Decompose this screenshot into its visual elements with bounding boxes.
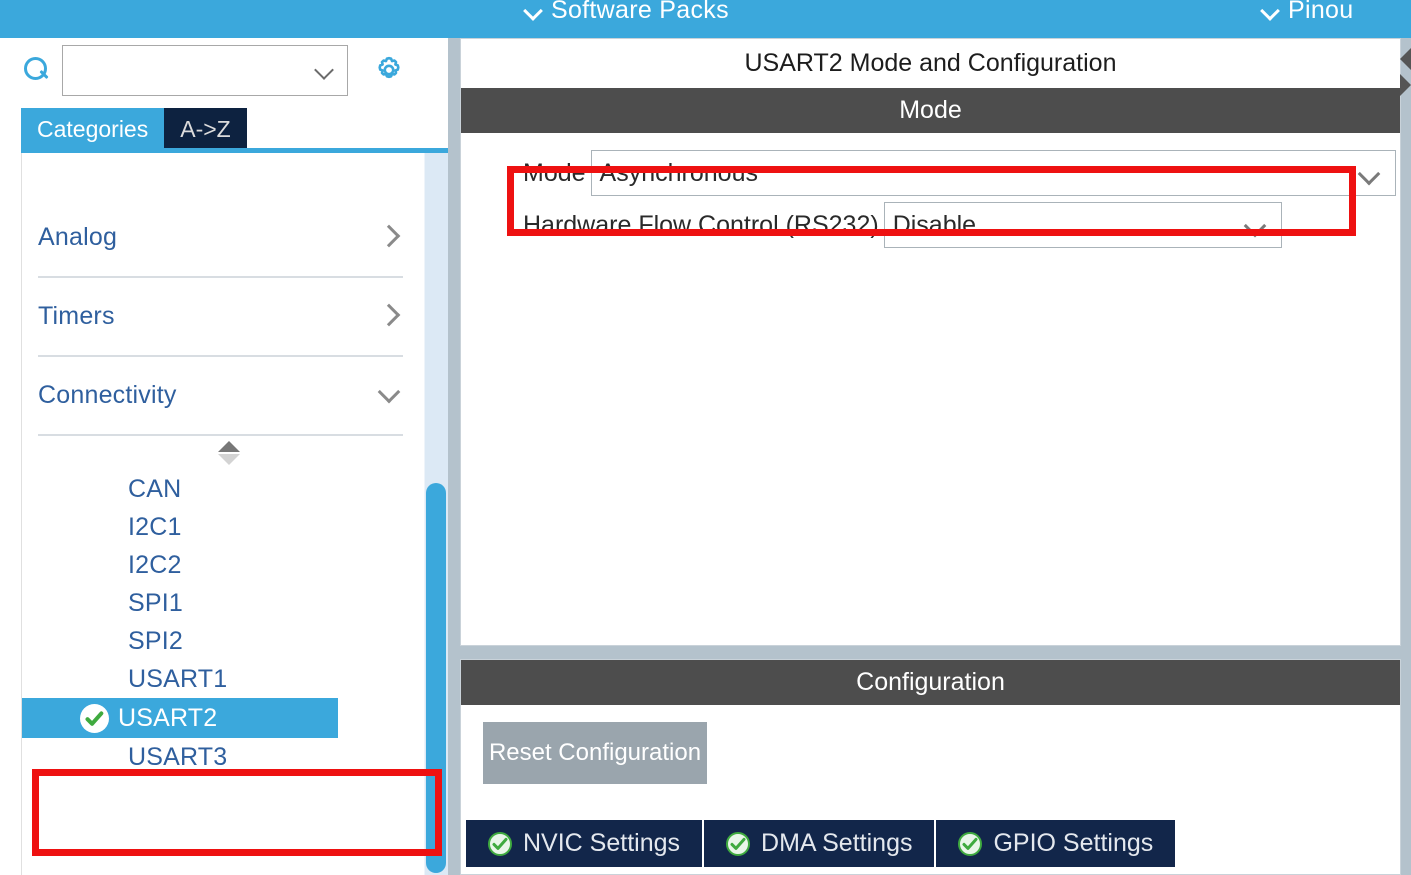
tab-gpio-settings[interactable]: GPIO Settings <box>936 820 1178 867</box>
peripheral-item-label: SPI1 <box>128 588 183 617</box>
check-circle-icon <box>80 703 109 733</box>
top-menu-bar: Software Packs Pinou <box>0 0 1411 38</box>
configuration-section-heading: Configuration <box>461 660 1400 705</box>
sort-asc-arrow-icon <box>218 441 240 452</box>
sort-updown-icon[interactable] <box>218 436 240 470</box>
mode-card: USART2 Mode and Configuration Mode Mode … <box>460 38 1401 646</box>
mode-fields: Mode Asynchronous Hardware Flow Control … <box>461 133 1400 251</box>
chevron-right-icon <box>379 304 399 324</box>
mode-section-heading: Mode <box>461 88 1400 133</box>
sidebar-category-analog[interactable]: Analog <box>38 199 403 278</box>
chevron-down-icon <box>1361 166 1379 184</box>
sidebar-search-row <box>0 44 448 96</box>
peripheral-item-label: SPI2 <box>128 626 183 655</box>
tab-categories-label: Categories <box>37 115 149 142</box>
peripheral-item-can[interactable]: CAN <box>22 470 420 508</box>
check-circle-icon <box>726 831 751 856</box>
search-input[interactable] <box>71 45 311 95</box>
tab-dma-settings[interactable]: DMA Settings <box>704 820 937 867</box>
peripheral-item-label: CAN <box>128 474 182 503</box>
sidebar-category-timers[interactable]: Timers <box>38 278 403 357</box>
flow-control-select[interactable]: Disable <box>883 202 1282 248</box>
right-splitter-arrows[interactable] <box>1400 44 1411 102</box>
peripheral-item-usart2[interactable]: USART2 <box>22 698 338 738</box>
peripheral-tree: Analog Timers Connectivity CAN I2C1 I2C2… <box>21 153 448 875</box>
peripheral-item-label: USART1 <box>128 664 228 693</box>
gear-icon[interactable] <box>372 53 406 87</box>
sort-desc-arrow-icon <box>218 454 240 465</box>
chevron-down-icon[interactable] <box>317 63 333 79</box>
reset-configuration-button[interactable]: Reset Configuration <box>483 722 707 784</box>
tab-dma-settings-label: DMA Settings <box>761 829 913 857</box>
chevron-down-icon <box>525 3 540 18</box>
arrow-left-icon[interactable] <box>1400 48 1411 70</box>
peripheral-item-label: USART3 <box>128 742 228 771</box>
top-menu-pinout-label: Pinou <box>1288 0 1354 24</box>
peripheral-item-label: USART2 <box>118 703 218 732</box>
arrow-right-icon[interactable] <box>1400 74 1411 96</box>
chevron-right-icon <box>379 225 399 245</box>
configuration-card: Configuration Reset Configuration NVIC S… <box>460 659 1401 875</box>
peripheral-item-i2c1[interactable]: I2C1 <box>22 508 420 546</box>
search-icon <box>22 55 52 85</box>
mode-field-label: Mode <box>523 158 586 187</box>
sidebar-category-analog-label: Analog <box>38 223 118 251</box>
tab-nvic-settings[interactable]: NVIC Settings <box>466 820 705 867</box>
mode-field-row: Mode Asynchronous <box>461 147 1400 199</box>
tree-top-spacer <box>22 153 420 199</box>
right-splitter[interactable] <box>1401 38 1411 875</box>
panel-splitter[interactable] <box>448 38 458 875</box>
peripheral-tree-scroll: Analog Timers Connectivity CAN I2C1 I2C2… <box>22 153 420 875</box>
peripheral-sidebar: Categories A->Z Analog Timers Connectivi… <box>0 38 448 875</box>
tab-categories[interactable]: Categories <box>21 108 165 150</box>
settings-tabs: NVIC Settings DMA Settings GPIO Settings <box>466 820 1178 867</box>
peripheral-item-usart1[interactable]: USART1 <box>22 660 420 698</box>
check-circle-icon <box>488 831 512 856</box>
sidebar-category-timers-label: Timers <box>38 302 115 330</box>
top-menu-software-packs-label: Software Packs <box>551 0 729 24</box>
tab-gpio-settings-label: GPIO Settings <box>993 829 1154 857</box>
sidebar-category-connectivity-label: Connectivity <box>38 381 177 409</box>
check-circle-icon <box>958 831 983 856</box>
mode-select-value: Asynchronous <box>599 158 758 187</box>
reset-row: Reset Configuration <box>461 705 1400 801</box>
mode-select[interactable]: Asynchronous <box>590 150 1396 196</box>
peripheral-item-label: I2C2 <box>128 550 182 579</box>
sidebar-tabs: Categories A->Z <box>21 108 247 150</box>
sidebar-category-connectivity[interactable]: Connectivity <box>38 357 403 436</box>
flow-control-select-value: Disable <box>892 210 977 239</box>
peripheral-item-label: I2C1 <box>128 512 182 541</box>
cubemx-window: Software Packs Pinou Categories A->Z Ana… <box>0 0 1411 875</box>
top-menu-pinout[interactable]: Pinou <box>1262 0 1353 25</box>
tab-a-to-z[interactable]: A->Z <box>164 108 247 150</box>
chevron-down-icon <box>1262 3 1277 18</box>
chevron-down-icon <box>1247 218 1265 236</box>
search-box[interactable] <box>62 44 348 96</box>
peripheral-item-usart3[interactable]: USART3 <box>22 738 420 776</box>
peripheral-item-spi1[interactable]: SPI1 <box>22 584 420 622</box>
top-menu-software-packs[interactable]: Software Packs <box>525 0 729 25</box>
flow-control-field-row: Hardware Flow Control (RS232) Disable <box>461 199 1400 251</box>
sidebar-scrollbar[interactable] <box>424 153 448 875</box>
page-title: USART2 Mode and Configuration <box>461 39 1400 88</box>
tab-a-to-z-label: A->Z <box>180 115 231 142</box>
tab-nvic-settings-label: NVIC Settings <box>523 829 681 857</box>
peripheral-item-spi2[interactable]: SPI2 <box>22 622 420 660</box>
sidebar-scrollbar-thumb[interactable] <box>426 483 446 873</box>
peripheral-item-i2c2[interactable]: I2C2 <box>22 546 420 584</box>
configuration-panel: USART2 Mode and Configuration Mode Mode … <box>458 38 1401 875</box>
flow-control-field-label: Hardware Flow Control (RS232) <box>523 210 879 239</box>
chevron-down-icon <box>379 383 399 403</box>
